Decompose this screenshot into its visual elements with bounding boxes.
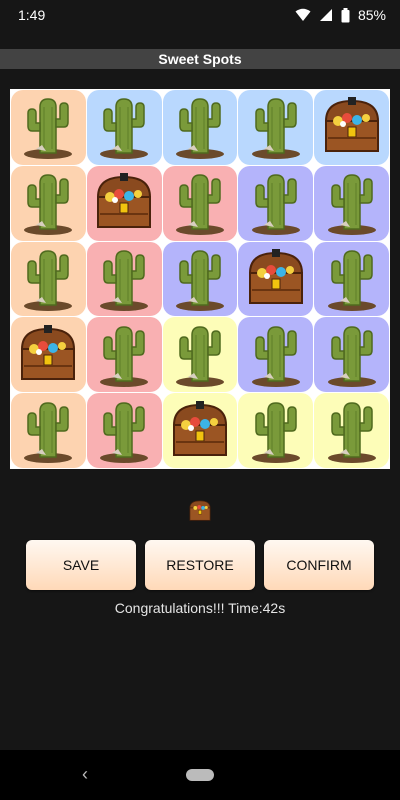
save-button[interactable]: SAVE <box>26 540 136 590</box>
treasure-chest-icon <box>240 243 312 315</box>
board-cell-1-3[interactable] <box>162 90 238 165</box>
cactus-icon <box>12 167 84 239</box>
cactus-icon <box>316 395 388 467</box>
cactus-icon <box>12 395 84 467</box>
cactus-icon <box>164 91 236 163</box>
board-cell-4-5[interactable] <box>314 317 389 393</box>
cactus-icon <box>240 167 312 239</box>
wifi-icon <box>295 8 311 22</box>
board-cell-2-4[interactable] <box>238 165 314 241</box>
board-cell-1-5[interactable] <box>314 90 389 165</box>
status-icons: 85% <box>295 7 386 23</box>
cactus-icon <box>164 319 236 391</box>
cactus-icon <box>12 243 84 315</box>
cactus-icon <box>88 319 160 391</box>
cactus-icon <box>88 395 160 467</box>
board-cell-3-3[interactable] <box>162 241 238 317</box>
status-time: 1:49 <box>18 7 46 23</box>
board-cell-3-4[interactable] <box>238 241 314 317</box>
board-cell-2-1[interactable] <box>11 165 86 241</box>
board-cell-3-1[interactable] <box>11 241 86 317</box>
treasure-chest-icon <box>316 91 388 163</box>
treasure-chest-icon <box>186 497 214 525</box>
board-cell-1-4[interactable] <box>238 90 314 165</box>
board-cell-5-3[interactable] <box>162 393 238 468</box>
cactus-icon <box>316 167 388 239</box>
cactus-icon <box>88 91 160 163</box>
treasure-chest-icon <box>88 167 160 239</box>
board-cell-5-2[interactable] <box>86 393 162 468</box>
board-cell-2-3[interactable] <box>162 165 238 241</box>
board-cell-5-5[interactable] <box>314 393 389 468</box>
cactus-icon <box>12 91 84 163</box>
board-cell-1-1[interactable] <box>11 90 86 165</box>
treasure-chest-icon <box>164 395 236 467</box>
cactus-icon <box>316 243 388 315</box>
cactus-icon <box>164 167 236 239</box>
back-icon[interactable]: ‹ <box>82 764 96 784</box>
cactus-icon <box>240 319 312 391</box>
board-cell-1-2[interactable] <box>86 90 162 165</box>
board-cell-2-5[interactable] <box>314 165 389 241</box>
result-message: Congratulations!!! Time:42s <box>114 600 286 616</box>
board-cell-5-1[interactable] <box>11 393 86 468</box>
cactus-icon <box>164 243 236 315</box>
status-bar: 1:49 85% <box>0 0 400 30</box>
treasure-chest-icon <box>12 319 84 391</box>
board-cell-3-5[interactable] <box>314 241 389 317</box>
game-board <box>10 89 390 469</box>
system-nav-bar: ‹ <box>0 750 400 800</box>
board-cell-2-2[interactable] <box>86 165 162 241</box>
cactus-icon <box>316 319 388 391</box>
action-buttons: SAVE RESTORE CONFIRM <box>26 540 374 590</box>
board-cell-4-2[interactable] <box>86 317 162 393</box>
battery-icon <box>341 7 350 23</box>
restore-button[interactable]: RESTORE <box>145 540 255 590</box>
home-pill-icon[interactable] <box>186 769 214 781</box>
app-title: Sweet Spots <box>158 51 242 67</box>
app-title-bar: Sweet Spots <box>0 49 400 69</box>
board-cell-4-3[interactable] <box>162 317 238 393</box>
confirm-button[interactable]: CONFIRM <box>264 540 374 590</box>
board-cell-4-1[interactable] <box>11 317 86 393</box>
board-cell-4-4[interactable] <box>238 317 314 393</box>
cactus-icon <box>240 91 312 163</box>
battery-percent: 85% <box>357 7 386 23</box>
cactus-icon <box>88 243 160 315</box>
signal-icon <box>319 8 333 22</box>
board-cell-3-2[interactable] <box>86 241 162 317</box>
board-cell-5-4[interactable] <box>238 393 314 468</box>
cactus-icon <box>240 395 312 467</box>
